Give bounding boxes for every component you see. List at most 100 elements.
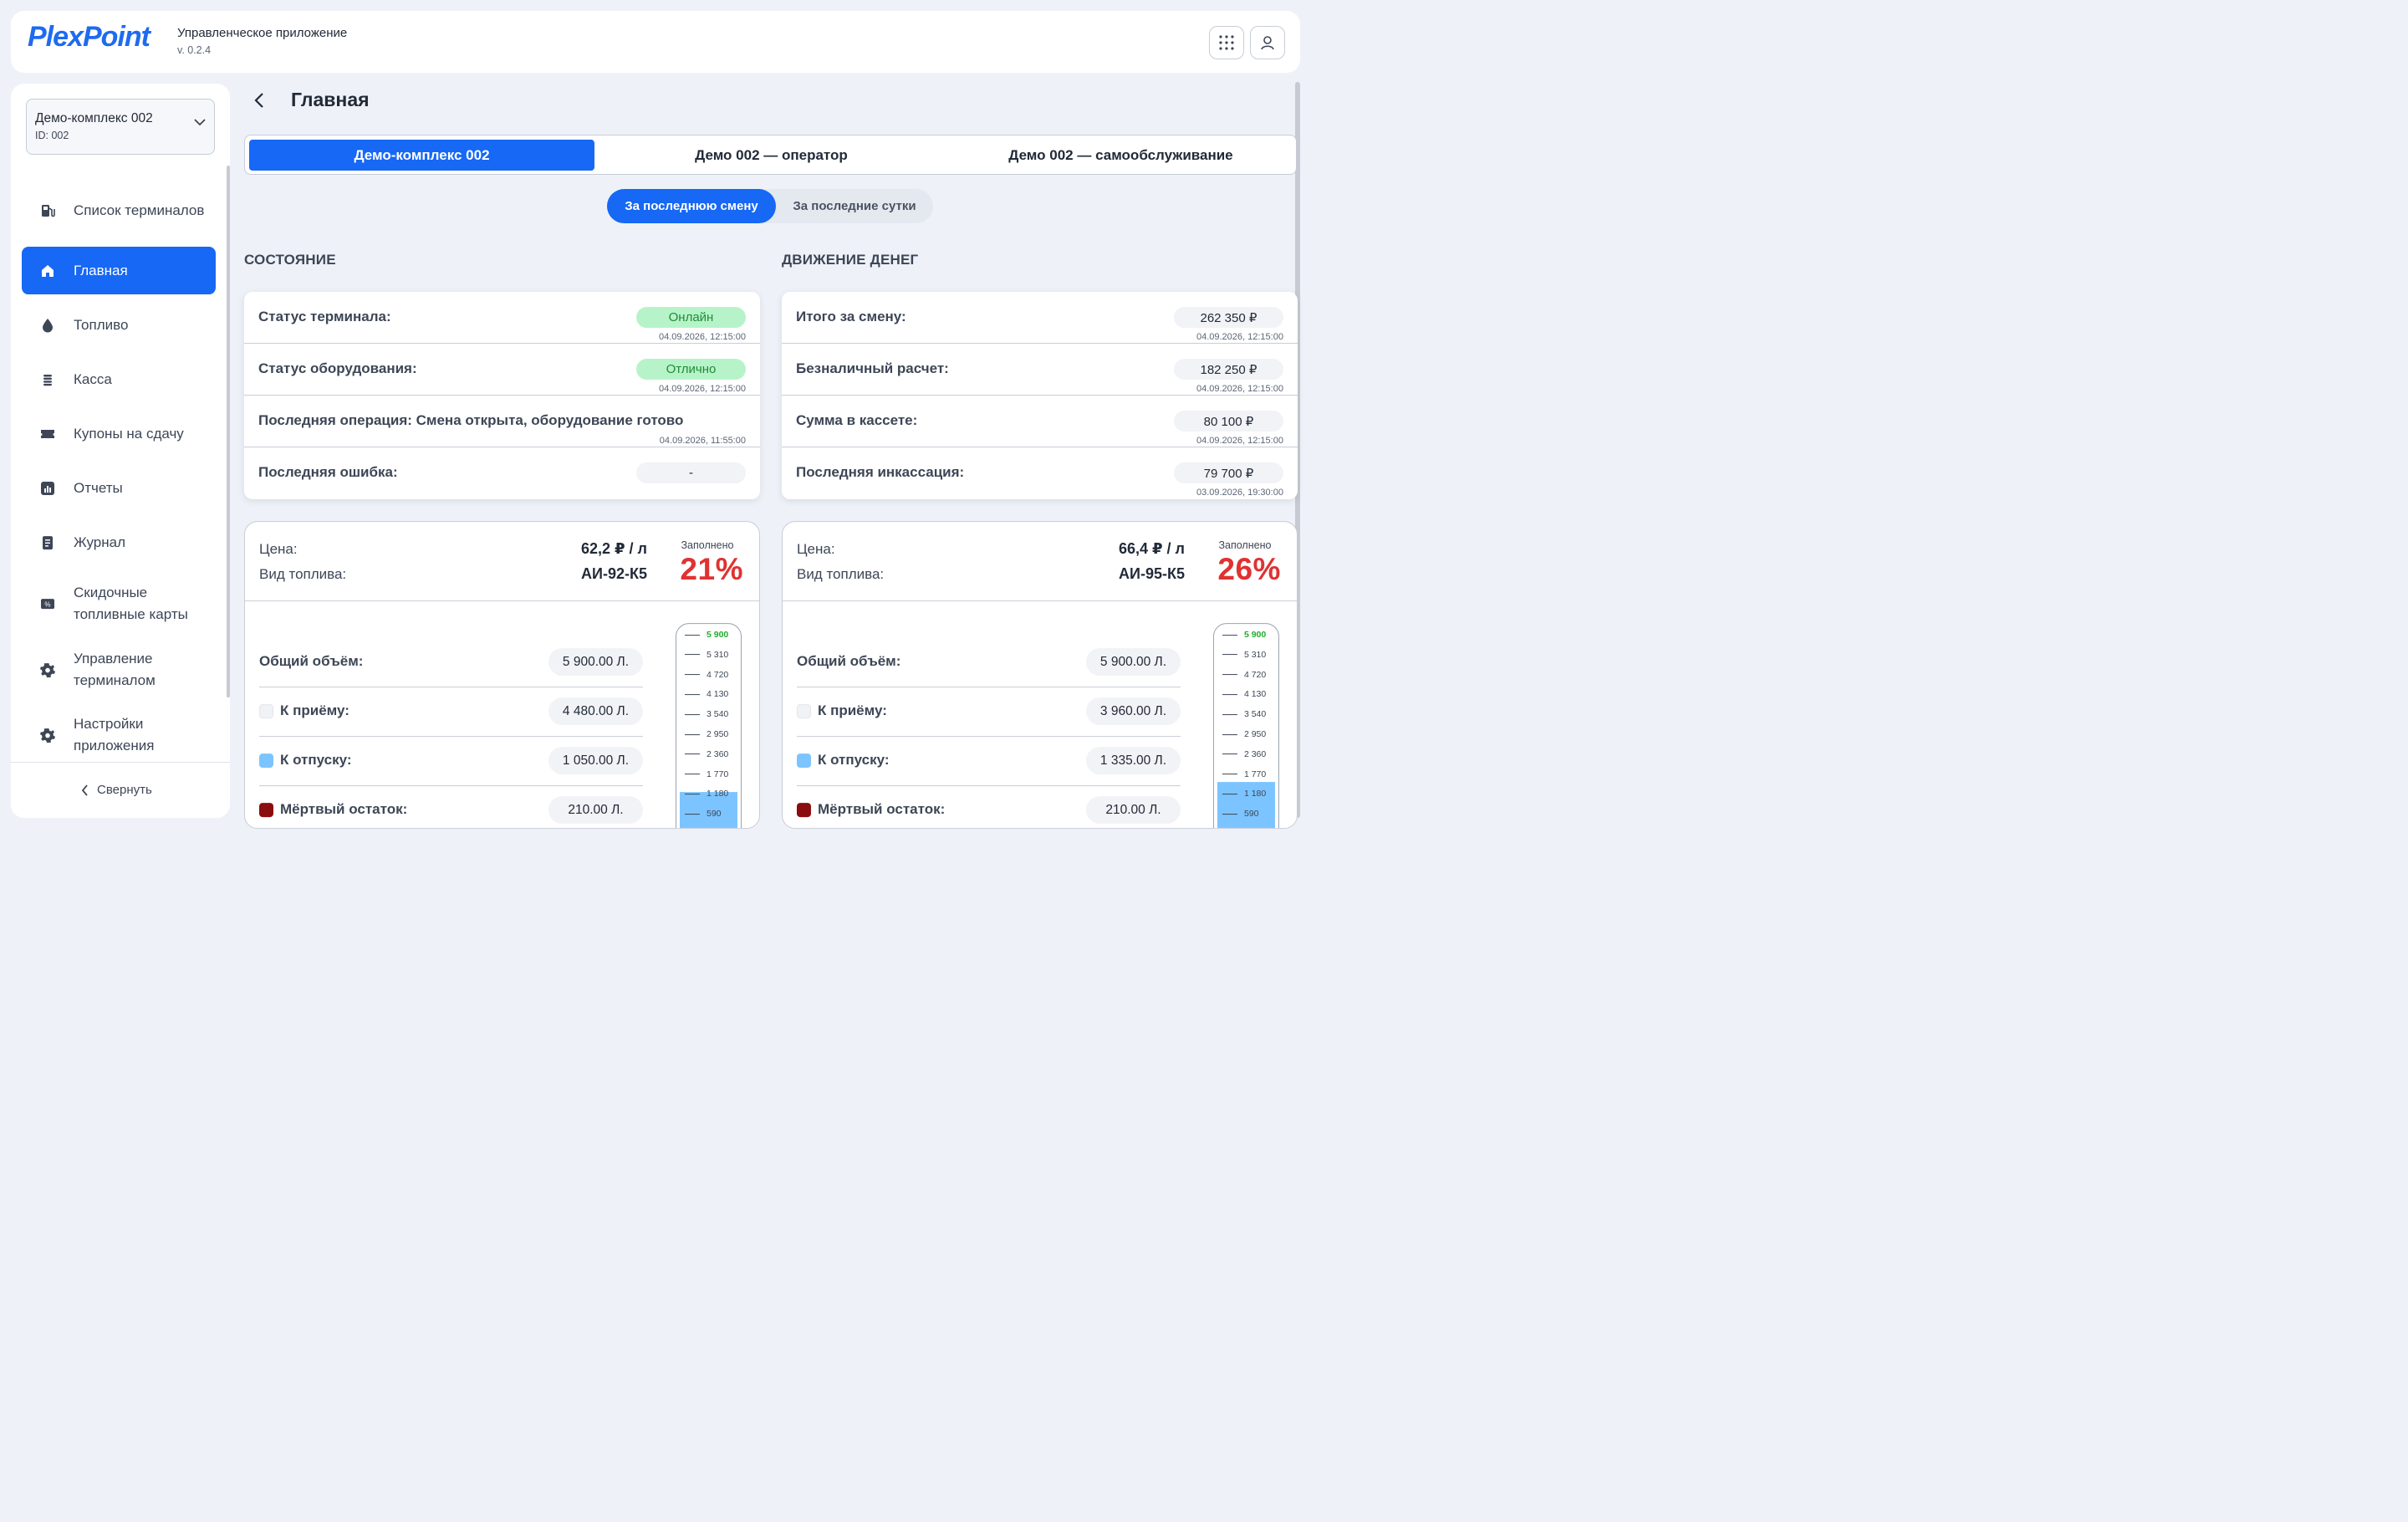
sidebar-item-reports[interactable]: Отчеты bbox=[22, 467, 216, 510]
filled-label: Заполнено bbox=[681, 539, 734, 552]
back-arrow-icon[interactable] bbox=[251, 90, 268, 110]
sidebar-scrollbar[interactable] bbox=[226, 166, 230, 698]
sidebar-item-label: Купоны на сдачу bbox=[73, 426, 184, 442]
value-badge: 5 900.00 Л. bbox=[548, 648, 643, 677]
fuel-type-value: АИ-95-К5 bbox=[1119, 565, 1185, 583]
home-icon bbox=[41, 264, 54, 277]
filled-percent: 21% bbox=[680, 552, 743, 587]
row-label: К приёму: bbox=[279, 702, 349, 719]
collapse-button[interactable]: Свернуть bbox=[81, 783, 152, 797]
sidebar-item-cash[interactable]: Касса bbox=[22, 358, 216, 401]
price-label: Цена: bbox=[258, 541, 298, 558]
app-version: v. 0.2.4 bbox=[176, 44, 212, 57]
gauge-tick-label: 2 360 bbox=[1243, 748, 1267, 759]
gauge-tick-label: 3 540 bbox=[1243, 709, 1267, 720]
complex-name: Демо-комплекс 002 bbox=[34, 111, 153, 126]
gauge-tick-label: 2 950 bbox=[1243, 729, 1267, 740]
money-row-collection: Последняя инкассация: 79 700 ₽ 03.09.202… bbox=[782, 447, 1298, 499]
sidebar-item-label: Список терминалов bbox=[73, 202, 205, 219]
sidebar-item-label: Отчеты bbox=[73, 480, 123, 497]
gauge-tick-label: 5 310 bbox=[1243, 649, 1267, 660]
tank-summary: Цена: Вид топлива: 62,2 ₽ / л АИ-92-К5 З… bbox=[244, 522, 759, 602]
tab-complex[interactable]: Демо-комплекс 002 bbox=[248, 140, 594, 171]
sidebar-item-label: Управление терминалом bbox=[73, 651, 156, 689]
apps-button[interactable] bbox=[1208, 26, 1244, 60]
gauge-tick-label: 5 310 bbox=[706, 649, 729, 660]
app-name: Управленческое приложение bbox=[176, 26, 348, 41]
gauge-tick-label: 1 180 bbox=[706, 789, 729, 799]
money-row-shift-total: Итого за смену: 262 350 ₽ 04.09.2026, 12… bbox=[781, 292, 1298, 345]
collapse-label: Свернуть bbox=[96, 783, 152, 798]
value-badge: 3 960.00 Л. bbox=[1085, 697, 1181, 726]
gauge-tick: 5 310 bbox=[1222, 649, 1278, 660]
gauge-tick: 4 720 bbox=[1222, 670, 1278, 680]
app-logo[interactable]: PlexPoint bbox=[28, 21, 150, 54]
state-row-last-operation: Последняя операция: Смена открыта, обору… bbox=[243, 396, 760, 448]
gear-icon bbox=[39, 728, 55, 743]
money-row-cashless: Безналичный расчет: 182 250 ₽ 04.09.2026… bbox=[781, 344, 1298, 396]
value-badge: 5 900.00 Л. bbox=[1085, 648, 1181, 677]
timestamp: 04.09.2026, 12:15:00 bbox=[658, 332, 746, 343]
tab-operator[interactable]: Демо 002 — оператор bbox=[599, 140, 944, 171]
sidebar-item-terminal-control[interactable]: Управление терминалом bbox=[22, 647, 216, 692]
to-receive-row: К приёму: 4 480.00 Л. bbox=[258, 687, 643, 738]
fuel-type-label: Вид топлива: bbox=[258, 566, 347, 583]
sidebar-item-label: Скидочные топливные карты bbox=[73, 585, 188, 623]
gauge-tick-label: 590 bbox=[706, 809, 722, 820]
tab-self-service[interactable]: Демо 002 — самообслуживание bbox=[948, 140, 1293, 171]
gauge-tick: 590 bbox=[1222, 809, 1278, 819]
sidebar-item-home[interactable]: Главная bbox=[21, 247, 216, 295]
sidebar-item-label: Журнал bbox=[73, 534, 126, 551]
profile-button[interactable] bbox=[1249, 26, 1285, 60]
discount-card-icon: % bbox=[40, 599, 54, 610]
complex-selector[interactable]: Демо-комплекс 002 ID: 002 bbox=[25, 99, 215, 156]
gauge-tick-label: 5 900 bbox=[706, 630, 729, 641]
to-receive-swatch bbox=[258, 703, 273, 718]
gear-icon bbox=[39, 663, 55, 678]
dead-remainder-row: Мёртвый остаток: 210.00 Л. bbox=[258, 786, 643, 828]
to-dispense-swatch bbox=[796, 753, 811, 768]
sidebar-item-fuel[interactable]: Топливо bbox=[22, 304, 216, 347]
sidebar-item-app-settings[interactable]: Настройки приложения bbox=[22, 712, 216, 758]
gauge-tick: 4 720 bbox=[684, 670, 741, 680]
row-label: Итого за смену: bbox=[795, 309, 906, 325]
timestamp: 04.09.2026, 11:55:00 bbox=[659, 436, 746, 447]
fuel-pump-icon bbox=[41, 205, 55, 217]
timestamp: 04.09.2026, 12:15:00 bbox=[1196, 332, 1283, 343]
value-badge: 1 050.00 Л. bbox=[548, 747, 643, 775]
value-badge: 262 350 ₽ bbox=[1173, 307, 1283, 329]
row-label: Общий объём: bbox=[258, 653, 364, 670]
gauge-tick: 5 310 bbox=[684, 649, 741, 660]
sidebar-divider bbox=[10, 762, 230, 764]
sidebar-item-coupons[interactable]: Купоны на сдачу bbox=[22, 412, 216, 456]
gauge-tick: 3 540 bbox=[684, 709, 741, 720]
sidebar-item-discount-cards[interactable]: % Скидочные топливные карты bbox=[22, 581, 216, 626]
row-label: Статус терминала: bbox=[258, 309, 391, 325]
sidebar-item-label: Настройки приложения bbox=[73, 716, 155, 754]
gauge-tick: 1 180 bbox=[684, 789, 741, 799]
gauge-tick: 1 770 bbox=[1222, 769, 1278, 779]
period-last-shift[interactable]: За последнюю смену bbox=[606, 189, 776, 224]
gauge-tick-label: 1 770 bbox=[706, 769, 729, 779]
app-header: PlexPoint Управленческое приложение v. 0… bbox=[10, 11, 1300, 74]
gauge-tick-label: 1 180 bbox=[1243, 789, 1267, 799]
to-receive-row: К приёму: 3 960.00 Л. bbox=[796, 687, 1181, 738]
state-section-title: СОСТОЯНИЕ bbox=[243, 252, 336, 268]
user-icon bbox=[1261, 36, 1274, 50]
gauge-tick-label: 3 540 bbox=[706, 709, 729, 720]
gauge-tick-label: 4 130 bbox=[1243, 689, 1267, 700]
status-badge: Отлично bbox=[635, 359, 746, 380]
svg-text:%: % bbox=[44, 601, 50, 609]
tank-card: Цена: Вид топлива: 62,2 ₽ / л АИ-92-К5 З… bbox=[243, 521, 760, 830]
value-badge: - bbox=[635, 462, 746, 484]
timestamp: 04.09.2026, 12:15:00 bbox=[1196, 436, 1283, 447]
value-badge: 79 700 ₽ bbox=[1173, 462, 1283, 484]
gauge-tick: 5 900 bbox=[684, 630, 741, 641]
gauge-tick: 2 950 bbox=[684, 729, 741, 739]
sidebar-item-journal[interactable]: Журнал bbox=[22, 521, 216, 564]
money-section-title: ДВИЖЕНИЕ ДЕНЕГ bbox=[781, 252, 919, 268]
row-label: Статус оборудования: bbox=[258, 360, 417, 377]
row-label: Мёртвый остаток: bbox=[279, 801, 408, 818]
period-last-day[interactable]: За последние сутки bbox=[779, 189, 930, 223]
sidebar-item-terminals[interactable]: Список терминалов bbox=[22, 189, 216, 232]
